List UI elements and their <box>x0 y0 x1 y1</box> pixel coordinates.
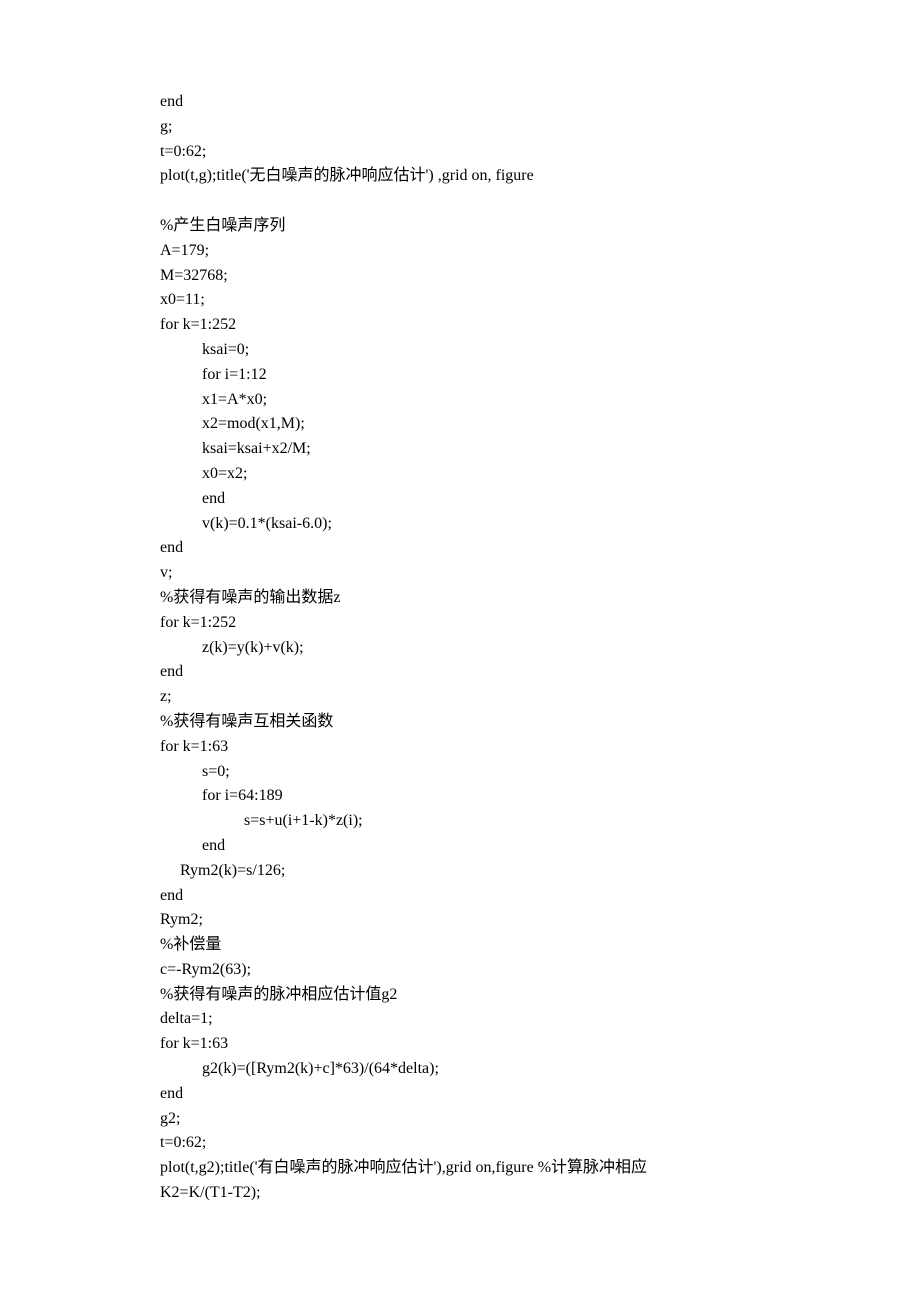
code-line: for i=64:189 <box>160 784 765 809</box>
code-line: for k=1:63 <box>160 735 765 760</box>
code-line: end <box>160 1082 765 1107</box>
code-line: plot(t,g);title('无白噪声的脉冲响应估计') ,grid on,… <box>160 164 765 189</box>
code-line: s=0; <box>160 760 765 785</box>
code-line: Rym2(k)=s/126; <box>160 859 765 884</box>
code-line: t=0:62; <box>160 140 765 165</box>
code-line: c=-Rym2(63); <box>160 958 765 983</box>
code-line: %获得有噪声的脉冲相应估计值g2 <box>160 983 765 1008</box>
code-line <box>160 189 765 214</box>
code-line: v(k)=0.1*(ksai-6.0); <box>160 512 765 537</box>
code-line: for i=1:12 <box>160 363 765 388</box>
code-line: s=s+u(i+1-k)*z(i); <box>160 809 765 834</box>
code-line: g2; <box>160 1107 765 1132</box>
code-listing: endg;t=0:62;plot(t,g);title('无白噪声的脉冲响应估计… <box>160 90 765 1206</box>
code-line: end <box>160 660 765 685</box>
code-line: end <box>160 884 765 909</box>
code-line: t=0:62; <box>160 1131 765 1156</box>
code-line: z; <box>160 685 765 710</box>
code-line: x0=x2; <box>160 462 765 487</box>
code-line: end <box>160 834 765 859</box>
code-line: g2(k)=([Rym2(k)+c]*63)/(64*delta); <box>160 1057 765 1082</box>
code-line: for k=1:63 <box>160 1032 765 1057</box>
code-line: %补偿量 <box>160 933 765 958</box>
code-line: end <box>160 536 765 561</box>
code-line: A=179; <box>160 239 765 264</box>
code-line: x0=11; <box>160 288 765 313</box>
code-line: %获得有噪声的输出数据z <box>160 586 765 611</box>
code-line: plot(t,g2);title('有白噪声的脉冲响应估计'),grid on,… <box>160 1156 765 1181</box>
code-line: K2=K/(T1-T2); <box>160 1181 765 1206</box>
code-line: ksai=ksai+x2/M; <box>160 437 765 462</box>
code-line: z(k)=y(k)+v(k); <box>160 636 765 661</box>
code-line: M=32768; <box>160 264 765 289</box>
code-line: x2=mod(x1,M); <box>160 412 765 437</box>
code-line: delta=1; <box>160 1007 765 1032</box>
code-line: x1=A*x0; <box>160 388 765 413</box>
code-line: %产生白噪声序列 <box>160 214 765 239</box>
code-line: v; <box>160 561 765 586</box>
code-line: Rym2; <box>160 908 765 933</box>
code-line: ksai=0; <box>160 338 765 363</box>
code-line: for k=1:252 <box>160 611 765 636</box>
code-line: for k=1:252 <box>160 313 765 338</box>
code-line: end <box>160 487 765 512</box>
code-line: end <box>160 90 765 115</box>
code-line: %获得有噪声互相关函数 <box>160 710 765 735</box>
code-line: g; <box>160 115 765 140</box>
code-document: endg;t=0:62;plot(t,g);title('无白噪声的脉冲响应估计… <box>0 0 920 1302</box>
